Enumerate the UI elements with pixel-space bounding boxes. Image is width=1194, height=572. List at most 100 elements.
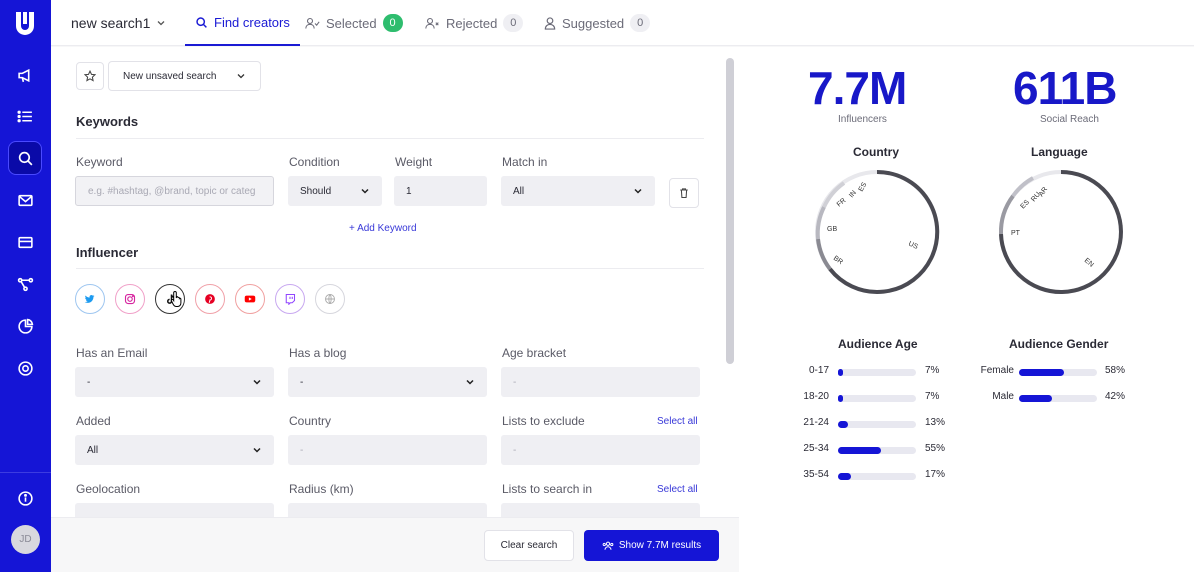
flow-icon[interactable] <box>8 267 42 301</box>
age-bar-label: 35-54 <box>803 469 829 480</box>
tab-suggested[interactable]: Suggested 0 <box>544 0 651 46</box>
age-bracket-label: Age bracket <box>502 346 567 360</box>
influencers-label: Influencers <box>838 114 887 125</box>
age-bar-value: 7% <box>925 365 940 376</box>
youtube-filter[interactable] <box>235 284 265 314</box>
rejected-count-badge: 0 <box>503 14 524 32</box>
age-bracket-value: - <box>513 376 517 388</box>
logo-icon[interactable] <box>13 10 37 36</box>
added-select[interactable]: All <box>75 435 274 465</box>
social-reach-count: 611B <box>1013 62 1117 114</box>
language-label-pt: PT <box>1011 230 1021 237</box>
age-bracket-input[interactable]: - <box>501 367 700 397</box>
match-in-select[interactable]: All <box>501 176 655 206</box>
user-check-icon <box>305 17 320 29</box>
lists-search-label: Lists to search in <box>502 482 593 496</box>
search-icon <box>196 16 207 28</box>
lists-exclude-label: Lists to exclude <box>502 414 585 428</box>
favorite-button[interactable] <box>76 62 104 90</box>
gender-bar-row: Female 58% <box>977 365 1135 379</box>
tab-selected[interactable]: Selected 0 <box>305 0 403 46</box>
list-icon[interactable] <box>8 99 42 133</box>
age-bar-value: 55% <box>925 443 946 454</box>
chevron-down-icon <box>253 447 261 453</box>
instagram-icon <box>124 293 136 305</box>
match-in-label: Match in <box>502 155 548 169</box>
country-input[interactable]: - <box>288 435 487 465</box>
country-label-fr: FR <box>836 197 848 208</box>
mail-icon[interactable] <box>8 183 42 217</box>
has-email-select[interactable]: - <box>75 367 274 397</box>
country-label: Country <box>289 414 332 428</box>
geolocation-input[interactable] <box>75 503 274 517</box>
match-in-value: All <box>513 185 525 197</box>
condition-select[interactable]: Should <box>288 176 382 206</box>
sidebar-divider <box>0 472 51 473</box>
gender-bar-value: 42% <box>1105 391 1126 402</box>
radius-label: Radius (km) <box>289 482 354 496</box>
age-bar-row: 35-54 17% <box>796 469 955 483</box>
keyword-placeholder: e.g. #hashtag, @brand, topic or categ <box>88 185 256 197</box>
age-bar-fill <box>838 395 844 402</box>
chevron-down-icon <box>157 21 165 26</box>
tab-find-creators[interactable]: Find creators <box>185 0 300 46</box>
saved-search-select[interactable]: New unsaved search <box>108 61 261 91</box>
support-icon[interactable] <box>8 351 42 385</box>
has-blog-label: Has a blog <box>289 346 347 360</box>
gender-bar-track <box>1019 369 1097 376</box>
instagram-filter[interactable] <box>115 284 145 314</box>
country-donut-chart: ES IN FR GB BR US <box>815 169 940 294</box>
chart-icon[interactable] <box>8 309 42 343</box>
weight-input[interactable]: 1 <box>394 176 487 206</box>
audience-age-title: Audience Age <box>838 337 918 351</box>
age-bar-fill <box>838 421 849 428</box>
twitter-filter[interactable] <box>75 284 105 314</box>
users-icon <box>602 541 614 550</box>
lists-search-input[interactable] <box>501 503 700 517</box>
search-icon[interactable] <box>8 141 42 175</box>
other-platform-filter[interactable] <box>315 284 345 314</box>
filters-scrollbar[interactable] <box>726 58 734 364</box>
show-results-button[interactable]: Show 7.7M results <box>584 530 719 561</box>
condition-value: Should <box>300 185 332 197</box>
twitch-filter[interactable] <box>275 284 305 314</box>
influencers-count: 7.7M <box>808 62 907 114</box>
trash-icon <box>680 188 688 199</box>
gender-bar-label: Male <box>992 391 1014 402</box>
chevron-down-icon <box>634 188 642 194</box>
select-all-exclude-link[interactable]: Select all <box>657 416 698 427</box>
select-all-search-link[interactable]: Select all <box>657 484 698 495</box>
pinterest-filter[interactable] <box>195 284 225 314</box>
age-bar-fill <box>838 447 881 454</box>
age-bar-label: 25-34 <box>803 443 829 454</box>
divider <box>76 268 704 269</box>
keyword-input[interactable]: e.g. #hashtag, @brand, topic or categ <box>75 176 274 206</box>
sidebar: JD <box>0 0 51 572</box>
country-label-br: BR <box>832 255 844 266</box>
info-icon[interactable] <box>8 481 42 515</box>
add-keyword-link[interactable]: + Add Keyword <box>349 223 417 234</box>
keywords-heading: Keywords <box>76 114 139 129</box>
avatar[interactable]: JD <box>11 525 40 554</box>
search-name-dropdown[interactable]: new search1 <box>71 15 166 31</box>
age-bar-track <box>838 447 916 454</box>
age-bar-track <box>838 473 916 480</box>
age-bar-fill <box>838 473 852 480</box>
tab-label: Find creators <box>214 14 290 30</box>
weight-value: 1 <box>406 185 412 197</box>
radius-input[interactable] <box>288 503 487 517</box>
topbar: new search1 Find creators Selected 0 Rej… <box>51 0 1194 46</box>
tab-label: Suggested <box>562 15 625 31</box>
tab-rejected[interactable]: Rejected 0 <box>425 0 524 46</box>
added-value: All <box>87 444 99 456</box>
delete-keyword-button[interactable] <box>669 178 699 208</box>
clear-search-button[interactable]: Clear search <box>484 530 574 561</box>
search-name-label: new search1 <box>71 15 151 31</box>
age-bar-value: 17% <box>925 469 946 480</box>
has-blog-select[interactable]: - <box>288 367 487 397</box>
gender-bar-row: Male 42% <box>977 391 1135 405</box>
megaphone-icon[interactable] <box>8 58 42 92</box>
age-bar-track <box>838 395 916 402</box>
lists-exclude-input[interactable]: - <box>501 435 700 465</box>
card-icon[interactable] <box>8 225 42 259</box>
